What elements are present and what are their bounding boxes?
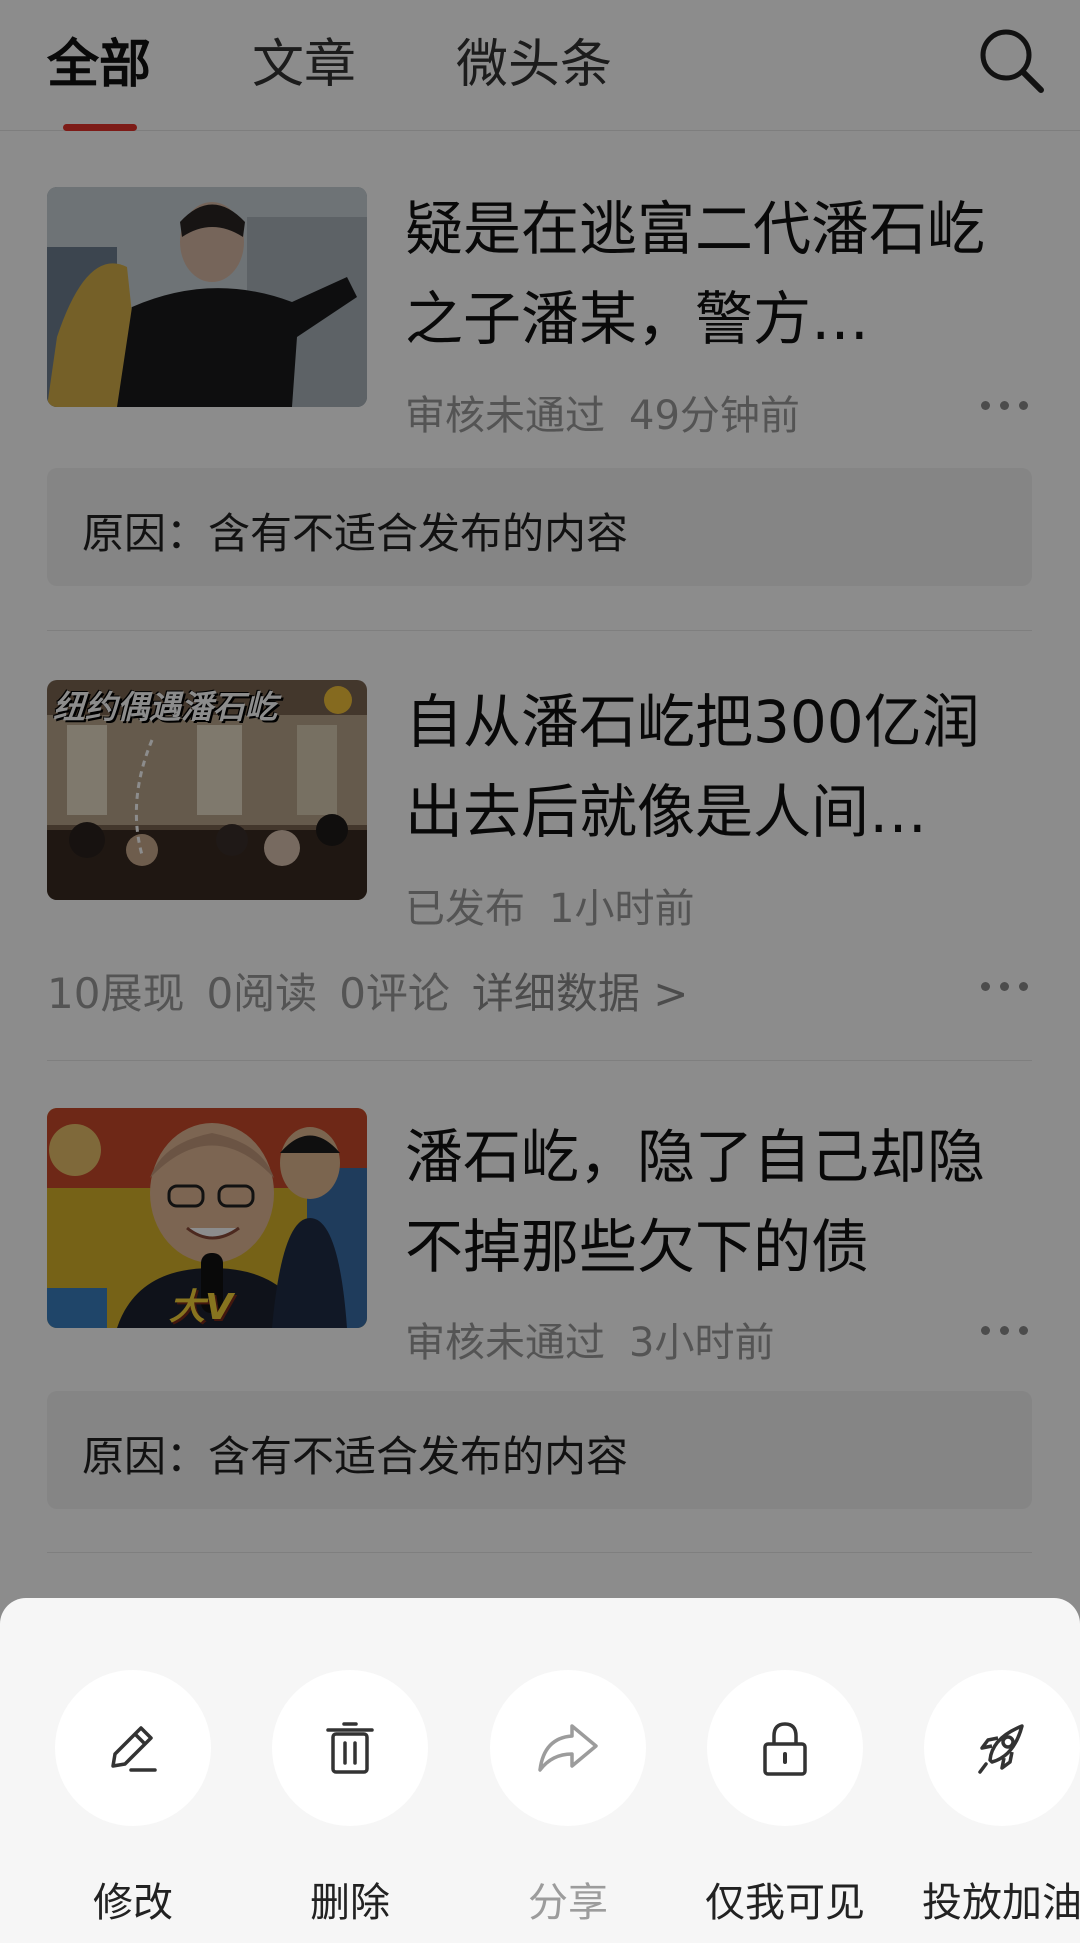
boost-button[interactable]: 投放加油包 [922, 1670, 1080, 1928]
edit-button[interactable]: 修改 [53, 1670, 213, 1928]
boost-label: 投放加油包 [922, 1880, 1080, 1926]
delete-label: 删除 [310, 1880, 390, 1926]
private-visibility-button[interactable]: 仅我可见 [705, 1670, 865, 1928]
private-visibility-label: 仅我可见 [705, 1880, 865, 1926]
rocket-icon [978, 1724, 1024, 1774]
share-button[interactable]: 分享 [488, 1670, 648, 1928]
pencil-icon [111, 1726, 157, 1772]
trash-icon [326, 1722, 374, 1774]
delete-button[interactable]: 删除 [270, 1670, 430, 1928]
edit-label: 修改 [93, 1880, 173, 1926]
lock-icon [763, 1722, 807, 1776]
share-label: 分享 [528, 1880, 608, 1926]
share-arrow-icon [538, 1724, 598, 1772]
action-sheet: 修改 删除 分享 仅我可见 投放加油 [0, 1598, 1080, 1943]
